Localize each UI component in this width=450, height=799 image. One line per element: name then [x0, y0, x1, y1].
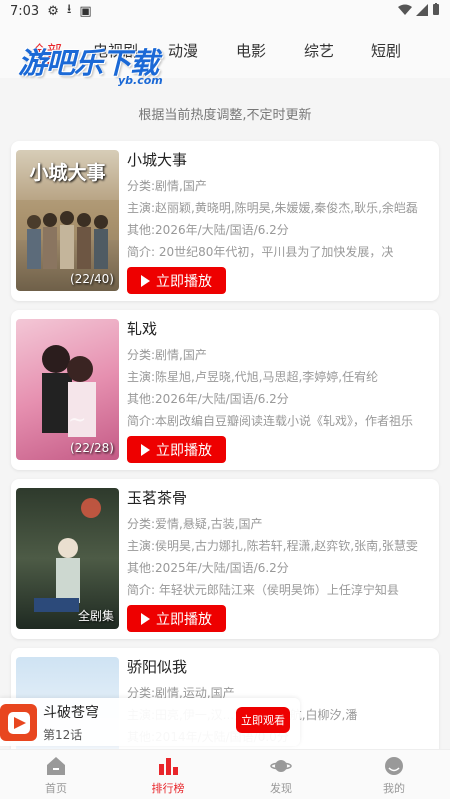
download-icon: ⭳	[66, 2, 72, 17]
show-other: 其他:2025年/大陆/国语/6.2分	[127, 561, 289, 575]
show-title[interactable]: 玉茗茶骨	[127, 487, 433, 513]
nav-mine[interactable]: 我的	[364, 756, 424, 796]
play-icon	[141, 612, 150, 625]
face-icon	[383, 756, 405, 776]
planet-icon	[270, 756, 292, 776]
episode-count: (22/40)	[70, 272, 114, 286]
watermark-logo-sub: yb.com	[118, 74, 163, 87]
watch-now-button[interactable]: 立即观看	[236, 707, 290, 733]
tab-anime[interactable]: 动漫	[168, 40, 198, 61]
show-title[interactable]: 骄阳似我	[127, 656, 433, 682]
show-other: 其他:2026年/大陆/国语/6.2分	[127, 392, 289, 406]
show-title[interactable]: 小城大事	[127, 149, 433, 175]
mini-player-app-icon[interactable]	[0, 704, 37, 741]
show-title[interactable]: 轧戏	[127, 318, 433, 344]
notification-icon: ▣	[79, 3, 92, 19]
poster-image[interactable]: ~ (22/28)	[16, 319, 119, 460]
svg-text:~: ~	[68, 408, 86, 433]
show-category: 分类:剧情,国产	[127, 179, 207, 193]
tab-movie[interactable]: 电影	[236, 40, 266, 61]
mini-player[interactable]: 斗破苍穹 第12话 立即观看	[0, 698, 300, 746]
poster-title-text: 小城大事	[29, 162, 106, 184]
play-now-label: 立即播放	[156, 611, 212, 628]
show-other: 其他:2026年/大陆/国语/6.2分	[127, 223, 289, 237]
poster-image[interactable]: 全剧集	[16, 488, 119, 629]
play-now-label: 立即播放	[156, 273, 212, 290]
nav-ranking[interactable]: 排行榜	[138, 756, 198, 796]
episode-count: (22/28)	[70, 441, 114, 455]
play-now-label: 立即播放	[156, 442, 212, 459]
tab-short-drama[interactable]: 短剧	[371, 40, 401, 61]
show-intro: 简介: 20世纪80年代初，平川县为了加快发展，决	[127, 245, 394, 259]
ranking-notice: 根据当前热度调整,不定时更新	[138, 108, 312, 123]
episode-count: 全剧集	[77, 609, 114, 623]
chart-icon	[157, 756, 179, 776]
show-intro: 简介:本剧改编自豆瓣阅读连载小说《轧戏》，作者祖乐	[127, 414, 414, 428]
play-now-button[interactable]: 立即播放	[127, 267, 226, 294]
nav-ranking-label: 排行榜	[151, 782, 185, 795]
nav-home[interactable]: 首页	[26, 756, 86, 796]
home-icon	[45, 756, 67, 776]
bottom-nav: 首页 排行榜 发现 我的	[0, 749, 450, 799]
mini-player-episode: 第12话	[43, 728, 83, 742]
nav-home-label: 首页	[45, 782, 67, 795]
show-category: 分类:剧情,国产	[127, 348, 207, 362]
show-card[interactable]: 全剧集 玉茗茶骨 分类:爱情,悬疑,古装,国产 主演:侯明昊,古力娜扎,陈若轩,…	[11, 479, 439, 639]
show-category: 分类:爱情,悬疑,古装,国产	[127, 517, 263, 531]
wifi-icon	[398, 4, 412, 19]
nav-discover[interactable]: 发现	[251, 756, 311, 796]
tab-variety[interactable]: 综艺	[304, 40, 334, 61]
nav-discover-label: 发现	[270, 782, 292, 795]
play-icon	[141, 443, 150, 456]
show-cast: 主演:侯明昊,古力娜扎,陈若轩,程潇,赵弈钦,张南,张慧雯	[127, 539, 418, 553]
mini-player-title[interactable]: 斗破苍穹	[43, 702, 99, 722]
nav-mine-label: 我的	[383, 782, 405, 795]
show-cast: 主演:陈星旭,卢昱晓,代旭,马思超,李婷婷,任宥纶	[127, 370, 379, 384]
show-cast: 主演:赵丽颖,黄晓明,陈明昊,朱媛媛,秦俊杰,耿乐,余皑磊	[127, 201, 418, 215]
play-now-button[interactable]: 立即播放	[127, 436, 226, 463]
show-card[interactable]: ~ (22/28) 轧戏 分类:剧情,国产 主演:陈星旭,卢昱晓,代旭,马思超,…	[11, 310, 439, 470]
poster-image[interactable]: 小城大事 (22/40)	[16, 150, 119, 291]
play-icon	[141, 274, 150, 287]
status-bar: 7:03 ⚙ ⭳ ▣	[0, 0, 450, 22]
category-tabs: 全部 电视剧 动漫 电影 综艺 短剧 游吧乐下载 yb.com	[0, 22, 450, 87]
show-intro: 简介: 年轻状元郎陆江来（侯明昊饰）上任淳宁知县	[127, 583, 399, 597]
status-time: 7:03	[10, 3, 40, 19]
settings-gear-icon: ⚙	[47, 3, 59, 19]
battery-icon	[432, 3, 440, 19]
signal-icon	[416, 3, 428, 19]
show-card[interactable]: 小城大事 (22/40) 小城大事 分类:剧情,国产 主演:赵丽颖,黄晓明,陈明…	[11, 141, 439, 301]
play-now-button[interactable]: 立即播放	[127, 605, 226, 632]
